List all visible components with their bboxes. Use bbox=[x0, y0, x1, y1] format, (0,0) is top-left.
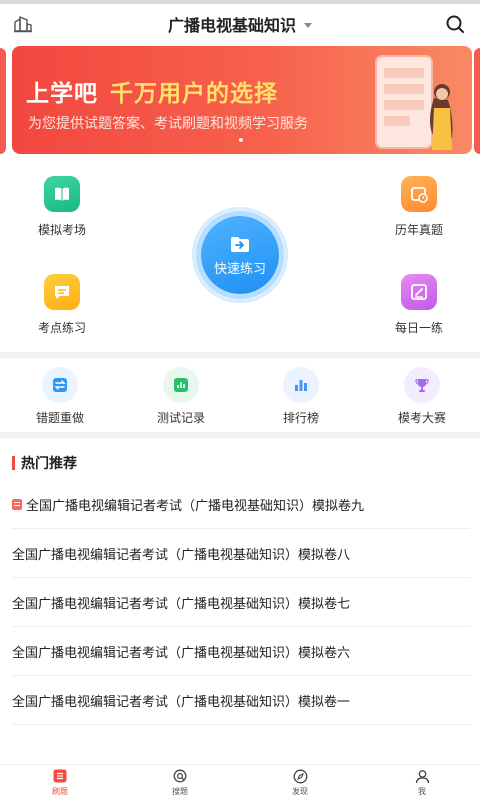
mock-contest-button[interactable]: 模考大赛 bbox=[377, 367, 467, 426]
bar-chart-icon bbox=[283, 367, 319, 403]
bottom-nav: 刷题 搜题 发现 我 bbox=[0, 764, 480, 800]
topic-practice-label: 考点练习 bbox=[37, 321, 86, 335]
section-divider bbox=[0, 352, 480, 358]
feature-grid: 模拟考场 历年真题 快速练习 考点练习 每日一练 bbox=[0, 160, 480, 352]
banner-next-peek bbox=[474, 48, 480, 154]
banner-dot bbox=[239, 138, 243, 142]
past-papers-label: 历年真题 bbox=[394, 223, 443, 237]
doc-tag-icon bbox=[12, 498, 22, 510]
chat-icon bbox=[44, 274, 80, 310]
edit-icon bbox=[401, 274, 437, 310]
page-title: 广播电视基础知识 bbox=[167, 16, 296, 35]
ranking-button[interactable]: 排行榜 bbox=[256, 367, 346, 426]
mock-exam-button[interactable]: 模拟考场 bbox=[17, 176, 107, 238]
chart-doc-icon bbox=[163, 367, 199, 403]
header: 广播电视基础知识 bbox=[0, 4, 480, 44]
chevron-down-icon bbox=[304, 22, 312, 28]
tools-row: 错题重做 测试记录 排行榜 模考大赛 bbox=[0, 359, 480, 431]
banner-subline: 为您提供试题答案、考试刷题和视频学习服务 bbox=[28, 116, 308, 132]
daily-practice-button[interactable]: 每日一练 bbox=[374, 274, 464, 336]
nav-me-label: 我 bbox=[418, 787, 426, 796]
list-item-title: 全国广播电视编辑记者考试（广播电视基础知识）模拟卷一 bbox=[12, 694, 351, 710]
ranking-label: 排行榜 bbox=[282, 411, 319, 425]
list-item-title: 全国广播电视编辑记者考试（广播电视基础知识）模拟卷六 bbox=[12, 645, 351, 661]
trophy-icon bbox=[404, 367, 440, 403]
nav-me[interactable]: 我 bbox=[392, 768, 452, 797]
quick-practice-label: 快速练习 bbox=[213, 261, 266, 277]
user-icon bbox=[414, 768, 430, 784]
folder-arrow-icon bbox=[231, 236, 249, 252]
topic-practice-button[interactable]: 考点练习 bbox=[17, 274, 107, 336]
hot-section-header: 热门推荐 bbox=[12, 453, 77, 473]
swap-icon bbox=[42, 367, 78, 403]
nav-practice[interactable]: 刷题 bbox=[30, 768, 90, 797]
hot-section-title: 热门推荐 bbox=[21, 456, 77, 472]
student-illustration bbox=[375, 55, 453, 150]
compass-icon bbox=[292, 768, 308, 784]
banner-pagination bbox=[239, 138, 243, 142]
nav-practice-label: 刷题 bbox=[52, 787, 68, 796]
list-item-title: 全国广播电视编辑记者考试（广播电视基础知识）模拟卷九 bbox=[26, 498, 365, 514]
test-records-label: 测试记录 bbox=[156, 411, 205, 425]
daily-practice-label: 每日一练 bbox=[394, 321, 443, 335]
quick-practice-button[interactable]: 快速练习 bbox=[201, 216, 279, 294]
book-icon bbox=[44, 176, 80, 212]
mock-contest-label: 模考大赛 bbox=[397, 411, 446, 425]
past-papers-button[interactable]: 历年真题 bbox=[374, 176, 464, 238]
redo-wrong-button[interactable]: 错题重做 bbox=[15, 367, 105, 426]
list-item[interactable]: 全国广播电视编辑记者考试（广播电视基础知识）模拟卷九 bbox=[12, 480, 470, 529]
list-item-title: 全国广播电视编辑记者考试（广播电视基础知识）模拟卷七 bbox=[12, 596, 351, 612]
list-icon bbox=[52, 768, 68, 784]
nav-discover-label: 发现 bbox=[292, 787, 308, 796]
list-item[interactable]: 全国广播电视编辑记者考试（广播电视基础知识）模拟卷一 bbox=[12, 676, 470, 725]
banner-prev-peek bbox=[0, 48, 6, 154]
banner-headline: 上学吧 千万用户的选择 bbox=[26, 74, 278, 108]
search-icon[interactable] bbox=[444, 13, 466, 35]
test-records-button[interactable]: 测试记录 bbox=[136, 367, 226, 426]
list-item[interactable]: 全国广播电视编辑记者考试（广播电视基础知识）模拟卷八 bbox=[12, 529, 470, 578]
list-item[interactable]: 全国广播电视编辑记者考试（广播电视基础知识）模拟卷七 bbox=[12, 578, 470, 627]
list-item[interactable]: 全国广播电视编辑记者考试（广播电视基础知识）模拟卷六 bbox=[12, 627, 470, 676]
redo-wrong-label: 错题重做 bbox=[35, 411, 84, 425]
mock-exam-label: 模拟考场 bbox=[37, 223, 86, 237]
hot-list: 全国广播电视编辑记者考试（广播电视基础知识）模拟卷九 全国广播电视编辑记者考试（… bbox=[12, 480, 470, 725]
subject-selector[interactable]: 广播电视基础知识 bbox=[0, 4, 480, 44]
nav-discover[interactable]: 发现 bbox=[270, 768, 330, 797]
section-divider bbox=[0, 432, 480, 438]
nav-search[interactable]: 搜题 bbox=[150, 768, 210, 797]
nav-search-label: 搜题 bbox=[172, 787, 188, 796]
calendar-clock-icon bbox=[401, 176, 437, 212]
banner-headline-highlight: 千万用户的选择 bbox=[110, 81, 278, 107]
promo-banner[interactable]: 上学吧 千万用户的选择 为您提供试题答案、考试刷题和视频学习服务 bbox=[12, 46, 472, 154]
list-item-title: 全国广播电视编辑记者考试（广播电视基础知识）模拟卷八 bbox=[12, 547, 351, 563]
section-accent-bar bbox=[12, 456, 15, 470]
search-question-icon bbox=[172, 768, 188, 784]
banner-headline-main: 上学吧 bbox=[26, 81, 98, 107]
